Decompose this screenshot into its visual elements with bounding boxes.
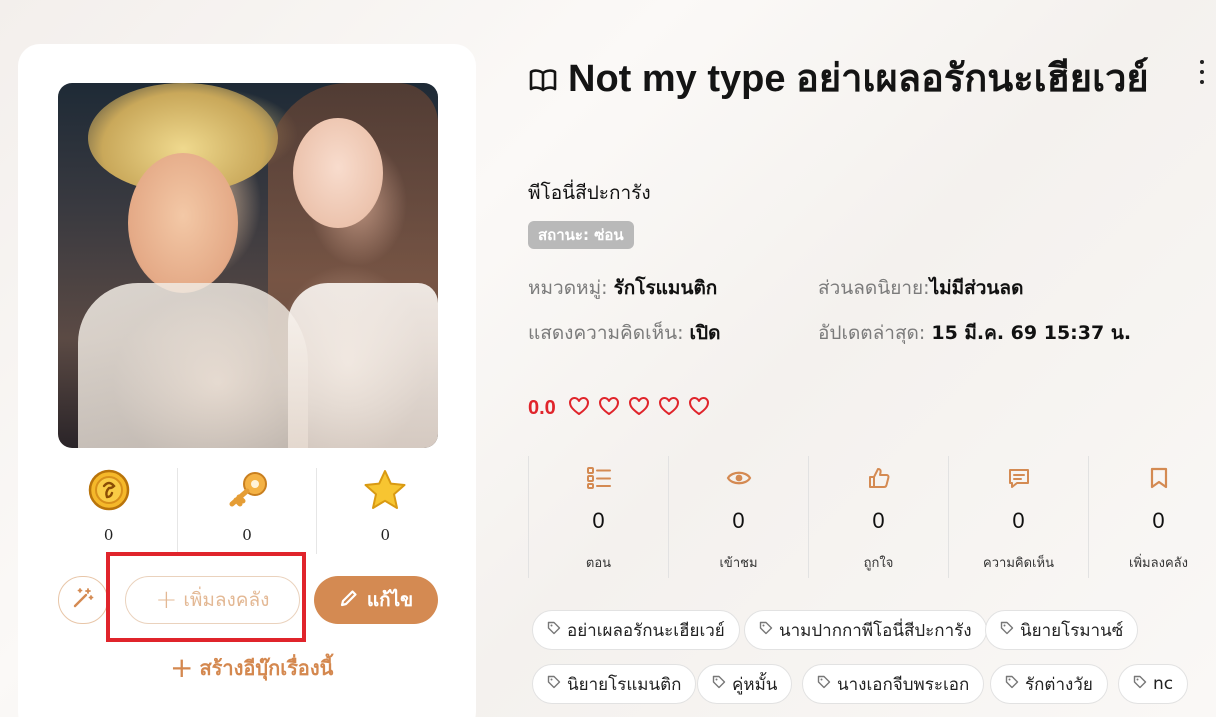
- coin-stat: 0: [40, 468, 177, 554]
- tag-chip[interactable]: รักต่างวัย: [990, 664, 1108, 704]
- comments-label: แสดงความคิดเห็น:: [528, 322, 684, 344]
- heart-icon[interactable]: [658, 396, 680, 420]
- comments-value: เปิด: [689, 322, 721, 344]
- key-icon: [224, 468, 270, 512]
- author-name[interactable]: พีโอนี่สีปะการัง: [528, 178, 651, 208]
- category-value[interactable]: รักโรแมนติก: [614, 277, 718, 299]
- counter-likes: 0 ถูกใจ: [808, 456, 948, 578]
- heart-icon[interactable]: [568, 396, 590, 420]
- edit-button[interactable]: แก้ไข: [314, 576, 438, 624]
- book-title-text: Not my type อย่าเผลอรักนะเฮียเวย์: [568, 58, 1149, 100]
- discount-value: ไม่มีส่วนลด: [929, 277, 1024, 299]
- support-stats: 0 0 0: [40, 468, 454, 554]
- cover-art-male-face: [128, 153, 238, 293]
- updated-meta: อัปเดตล่าสุด: 15 มี.ค. 69 15:37 น.: [818, 318, 1131, 348]
- library-count: 0: [1152, 508, 1165, 533]
- tag-label: นิยายโรมานซ์: [1020, 620, 1124, 641]
- views-count: 0: [732, 508, 745, 533]
- highlight-box: [106, 552, 306, 642]
- cover-art-female-face: [293, 118, 383, 228]
- star-stat: 0: [315, 468, 454, 554]
- book-title: Not my type อย่าเผลอรักนะเฮียเวย์: [528, 50, 1168, 110]
- episodes-list-icon: [586, 460, 612, 496]
- tag-label: คู่หมั้น: [732, 674, 778, 695]
- tag-icon: [1133, 674, 1147, 694]
- comment-icon: [1007, 460, 1031, 496]
- book-cover-image: [58, 83, 438, 448]
- tag-chip[interactable]: นางเอกจีบพระเอก: [802, 664, 985, 704]
- discount-meta: ส่วนลดนิยาย:ไม่มีส่วนลด: [818, 273, 1023, 303]
- tag-chip[interactable]: อย่าเผลอรักนะเฮียเวย์: [532, 610, 740, 650]
- tag-label: nc: [1153, 674, 1174, 694]
- counter-views: 0 เข้าชม: [668, 456, 808, 578]
- create-ebook-link[interactable]: + สร้างอีบุ๊กเรื่องนี้: [170, 652, 333, 684]
- rating-hearts[interactable]: [568, 396, 710, 420]
- likes-count: 0: [872, 508, 885, 533]
- heart-icon[interactable]: [688, 396, 710, 420]
- category-label: หมวดหมู่:: [528, 277, 608, 299]
- more-options-icon[interactable]: [1198, 60, 1206, 84]
- key-stat: 0: [177, 468, 315, 554]
- tag-chip[interactable]: คู่หมั้น: [697, 664, 793, 704]
- comments-count-label: ความคิดเห็น: [983, 556, 1054, 571]
- status-badge: สถานะ: ซ่อน: [528, 221, 634, 249]
- comments-count: 0: [1012, 508, 1025, 533]
- create-ebook-label: สร้างอีบุ๊กเรื่องนี้: [199, 656, 334, 680]
- coin-icon: [88, 468, 130, 512]
- tag-label: นามปากกาพีโอนี่สีปะการัง: [779, 620, 972, 641]
- tag-label: นิยายโรแมนติก: [567, 674, 682, 695]
- counter-episodes: 0 ตอน: [528, 456, 668, 578]
- tag-label: รักต่างวัย: [1025, 674, 1093, 695]
- eye-icon: [726, 460, 752, 496]
- views-label: เข้าชม: [719, 556, 758, 571]
- cover-art-shirt: [78, 283, 308, 448]
- magic-wand-icon: [71, 586, 95, 614]
- tag-label: นางเอกจีบพระเอก: [837, 674, 970, 695]
- tag-icon: [1000, 620, 1014, 640]
- likes-label: ถูกใจ: [863, 556, 894, 571]
- tag-icon: [759, 620, 773, 640]
- book-counters: 0 ตอน 0 เข้าชม 0 ถูกใจ 0 ความคิดเห็น 0 เ…: [528, 456, 1216, 578]
- plus-icon: +: [170, 651, 194, 684]
- comments-meta: แสดงความคิดเห็น: เปิด: [528, 318, 720, 348]
- tag-icon: [817, 674, 831, 694]
- updated-label: อัปเดตล่าสุด:: [818, 322, 926, 344]
- category-meta: หมวดหมู่: รักโรแมนติก: [528, 273, 717, 303]
- rating: 0.0: [528, 396, 710, 420]
- rating-score: 0.0: [528, 396, 556, 419]
- tag-chip[interactable]: นิยายโรมานซ์: [985, 610, 1139, 650]
- counter-comments: 0 ความคิดเห็น: [948, 456, 1088, 578]
- episodes-count: 0: [592, 508, 605, 533]
- episodes-label: ตอน: [585, 556, 612, 571]
- magic-wand-button[interactable]: [58, 576, 108, 624]
- cover-art-dress: [288, 283, 438, 448]
- thumbs-up-icon: [867, 460, 891, 496]
- open-book-icon: [528, 52, 558, 110]
- star-icon: [363, 468, 407, 512]
- updated-value: 15 มี.ค. 69 15:37 น.: [931, 322, 1132, 344]
- tag-icon: [712, 674, 726, 694]
- tag-label: อย่าเผลอรักนะเฮียเวย์: [567, 620, 725, 641]
- tag-chip[interactable]: nc: [1118, 664, 1189, 704]
- heart-icon[interactable]: [598, 396, 620, 420]
- counter-library: 0 เพิ่มลงคลัง: [1088, 456, 1216, 578]
- bookmark-icon: [1149, 460, 1169, 496]
- tag-icon: [547, 620, 561, 640]
- discount-label: ส่วนลดนิยาย:: [818, 277, 930, 299]
- tag-chip[interactable]: นิยายโรแมนติก: [532, 664, 697, 704]
- edit-label: แก้ไข: [366, 589, 414, 611]
- pencil-icon: [339, 588, 359, 613]
- key-count: 0: [242, 526, 252, 544]
- coin-count: 0: [103, 526, 114, 544]
- star-count: 0: [380, 526, 391, 544]
- tag-icon: [1005, 674, 1019, 694]
- library-label: เพิ่มลงคลัง: [1129, 556, 1188, 571]
- tag-icon: [547, 674, 561, 694]
- heart-icon[interactable]: [628, 396, 650, 420]
- tag-chip[interactable]: นามปากกาพีโอนี่สีปะการัง: [744, 610, 987, 650]
